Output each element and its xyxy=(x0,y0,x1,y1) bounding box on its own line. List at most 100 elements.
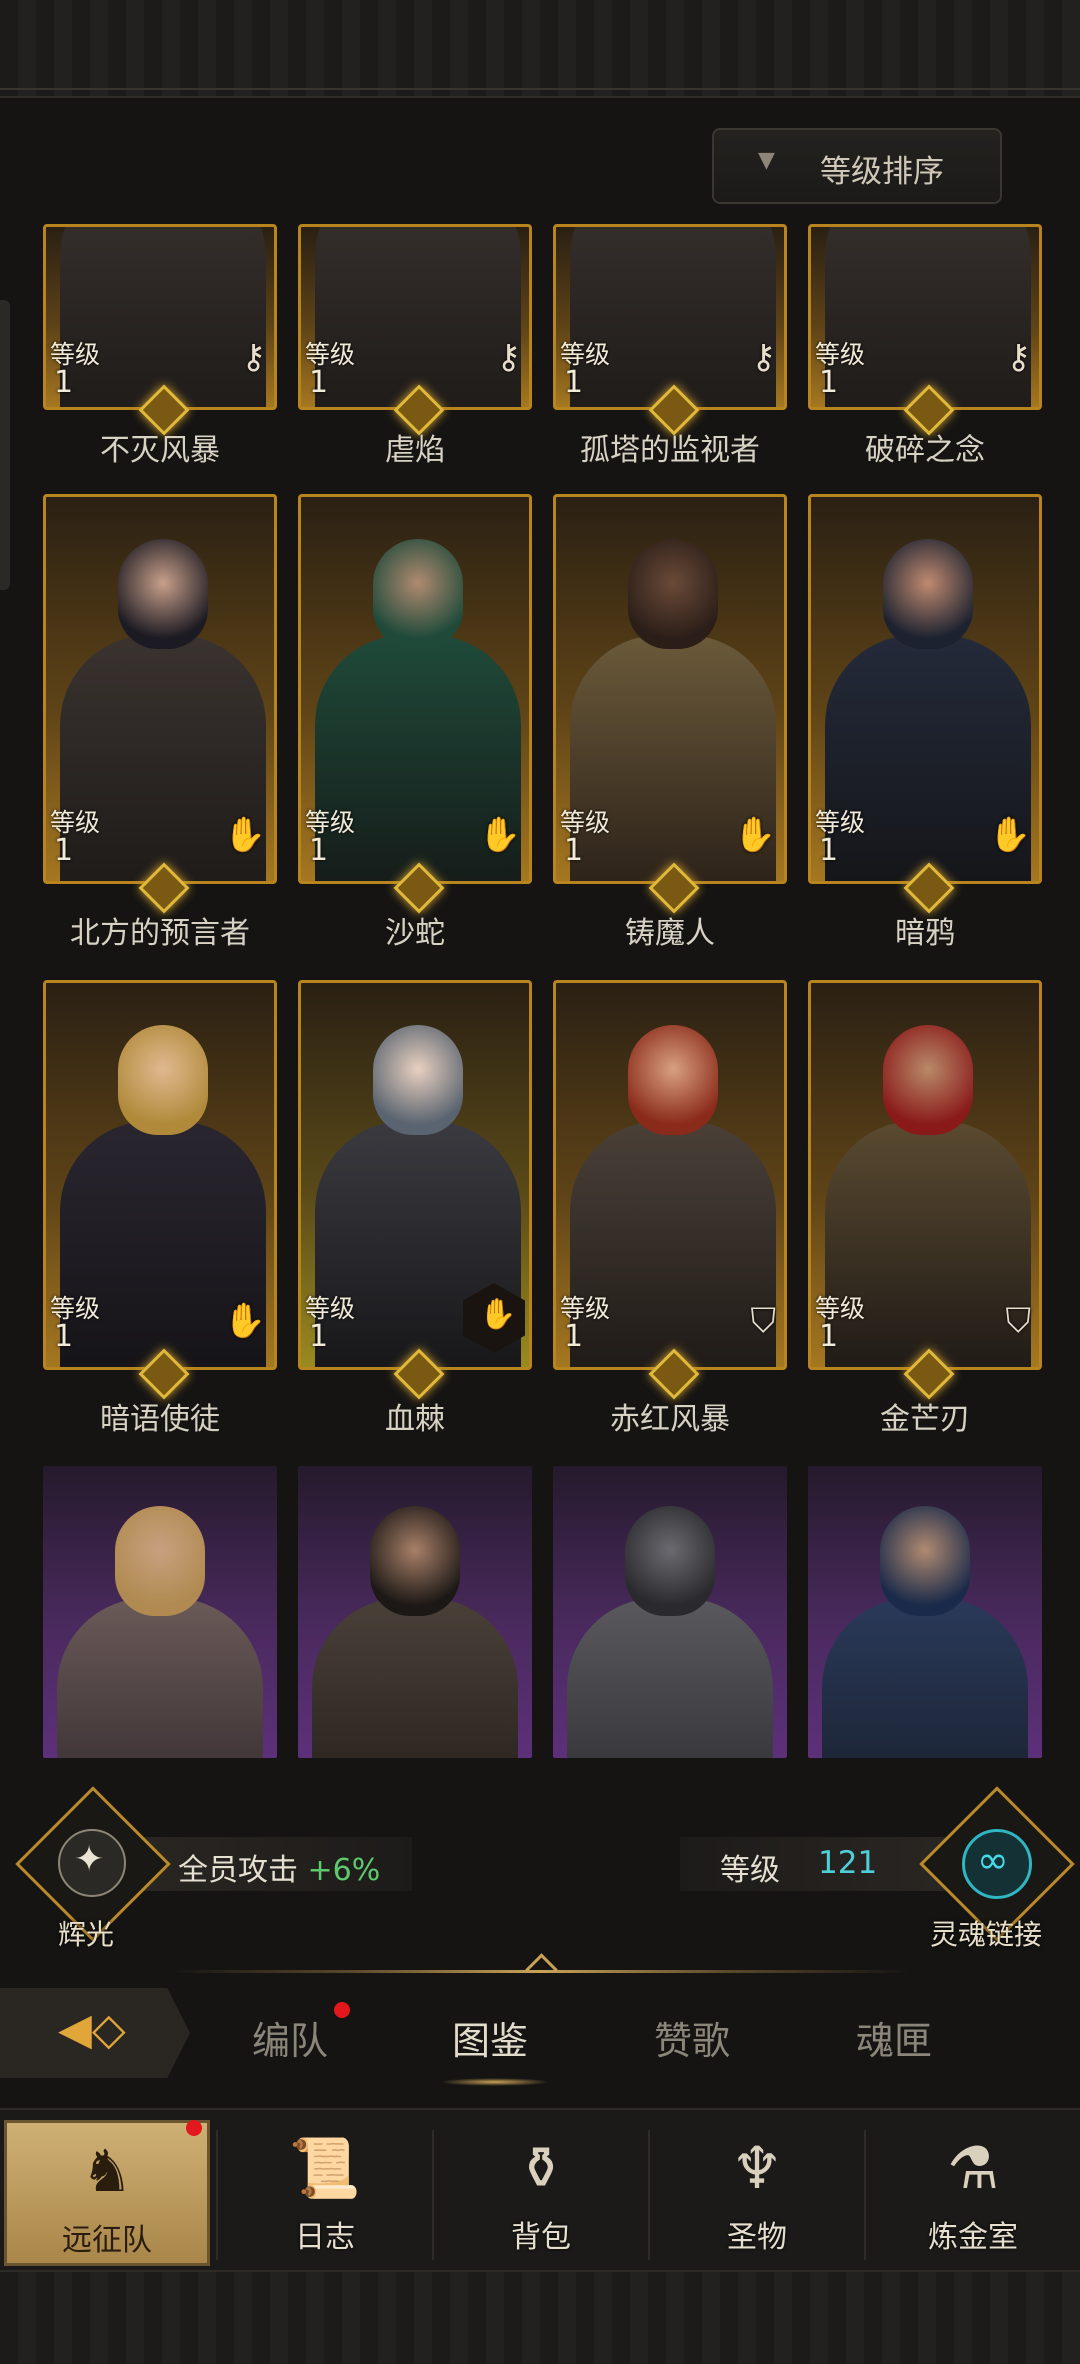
tab-codex[interactable]: 图鉴 xyxy=(452,2010,528,2065)
hero-card-dark-raven[interactable]: 等级 1 ✋ xyxy=(808,494,1042,884)
key-icon: ⚷ xyxy=(241,337,266,377)
level-value: 1 xyxy=(564,1319,584,1354)
soul-link-level-value: 121 xyxy=(818,1845,878,1881)
radiance-button[interactable]: ✦ 辉光 xyxy=(14,1786,171,1951)
nav-separator xyxy=(216,2130,218,2260)
nav-label: 日志 xyxy=(295,2220,355,2255)
back-arrow-icon: ◀◇ xyxy=(58,2004,126,2055)
bag-icon: ⚱ xyxy=(516,2134,566,2202)
hero-card-purple-1[interactable] xyxy=(43,1466,277,1758)
notification-dot xyxy=(334,2002,350,2018)
hand-icon: ✋ xyxy=(223,815,266,855)
key-icon: ⚷ xyxy=(1006,337,1031,377)
hero-name: 暗鸦 xyxy=(895,916,955,951)
divider-notch-icon xyxy=(525,1953,558,1986)
hand-icon: ✋ xyxy=(733,815,776,855)
hero-card-purple-3[interactable] xyxy=(553,1466,787,1758)
tab-hymns[interactable]: 赞歌 xyxy=(654,2010,730,2065)
hand-icon: ✋ xyxy=(478,815,521,855)
nav-label: 背包 xyxy=(511,2220,571,2255)
tab-formation[interactable]: 编队 xyxy=(252,2010,328,2065)
hand-icon: ✋ xyxy=(223,1301,266,1341)
soul-link-label: 灵魂链接 xyxy=(930,1918,1043,1951)
hero-card-2[interactable]: 等级 1 ⚷ xyxy=(298,224,532,410)
level-value: 1 xyxy=(54,365,74,400)
hero-name: 不灭风暴 xyxy=(100,433,220,468)
hero-name: 血棘 xyxy=(385,1402,445,1437)
top-frame xyxy=(0,0,1080,98)
alchemy-icon: ⚗ xyxy=(947,2134,999,2202)
nav-alchemy[interactable]: ⚗ 炼金室 xyxy=(870,2120,1076,2266)
nav-label: 炼金室 xyxy=(928,2220,1018,2255)
hero-card-4[interactable]: 等级 1 ⚷ xyxy=(808,224,1042,410)
hero-name: 破碎之念 xyxy=(865,433,985,468)
dropdown-triangle-icon: ▼ xyxy=(758,148,775,173)
nav-separator xyxy=(432,2130,434,2260)
helmet-icon: ♞ xyxy=(81,2137,133,2205)
active-tab-indicator xyxy=(440,2078,550,2086)
hero-card-1[interactable]: 等级 1 ⚷ xyxy=(43,224,277,410)
key-icon: ⚷ xyxy=(751,337,776,377)
level-value: 1 xyxy=(819,833,839,868)
hero-name: 铸魔人 xyxy=(625,916,715,951)
level-value: 1 xyxy=(819,365,839,400)
radiance-label: 辉光 xyxy=(58,1918,115,1951)
nav-relics[interactable]: ♆ 圣物 xyxy=(654,2120,860,2266)
hero-collection-grid: 等级 1 ⚷ 等级 1 ⚷ 等级 1 ⚷ 等级 1 ⚷ 不灭风暴 虐焰 孤塔的监… xyxy=(0,220,1080,1780)
hero-card-northern-seer[interactable]: 等级 1 ✋ xyxy=(43,494,277,884)
hero-card-purple-4[interactable] xyxy=(808,1466,1042,1758)
bottom-frame xyxy=(0,2270,1080,2364)
hero-name: 沙蛇 xyxy=(385,916,445,951)
sword-compass-icon: ✦ xyxy=(58,1829,126,1897)
nav-journal[interactable]: 📜 日志 xyxy=(222,2120,428,2266)
hero-card-golden-blade[interactable]: 等级 1 ⛉ xyxy=(808,980,1042,1370)
level-value: 1 xyxy=(309,365,329,400)
hero-portrait xyxy=(43,1466,277,1758)
nav-backpack[interactable]: ⚱ 背包 xyxy=(438,2120,644,2266)
nav-expedition[interactable]: ♞ 远征队 xyxy=(4,2120,210,2266)
shield-icon: ⛉ xyxy=(750,1301,777,1341)
nav-separator xyxy=(648,2130,650,2260)
level-value: 1 xyxy=(54,833,74,868)
chalice-icon: ♆ xyxy=(731,2134,783,2202)
soul-link-button[interactable]: ∞ 灵魂链接 xyxy=(918,1786,1075,1951)
notification-dot xyxy=(186,2120,202,2136)
sort-label: 等级排序 xyxy=(820,154,944,190)
hero-name: 孤塔的监视者 xyxy=(580,433,760,468)
level-value: 1 xyxy=(309,833,329,868)
bottom-navigation: ♞ 远征队 📜 日志 ⚱ 背包 ♆ 圣物 ⚗ 炼金室 xyxy=(0,2108,1080,2270)
level-value: 1 xyxy=(54,1319,74,1354)
hand-icon: ✋ xyxy=(988,815,1031,855)
soul-link-level-label: 等级 xyxy=(720,1853,780,1888)
sort-by-level-button[interactable]: ▼ 等级排序 xyxy=(712,128,1002,204)
attack-value: +6% xyxy=(307,1853,381,1888)
hero-portrait xyxy=(46,227,274,407)
hero-portrait xyxy=(298,1466,532,1758)
hero-name: 赤红风暴 xyxy=(610,1402,730,1437)
hero-name: 暗语使徒 xyxy=(100,1402,220,1437)
nav-separator xyxy=(864,2130,866,2260)
back-button[interactable]: ◀◇ xyxy=(0,1988,190,2078)
hero-portrait xyxy=(811,227,1039,407)
hero-card-sand-snake[interactable]: 等级 1 ✋ xyxy=(298,494,532,884)
level-value: 1 xyxy=(564,365,584,400)
hero-card-whisper-apostle[interactable]: 等级 1 ✋ xyxy=(43,980,277,1370)
hero-card-3[interactable]: 等级 1 ⚷ xyxy=(553,224,787,410)
nav-label: 圣物 xyxy=(727,2220,787,2255)
attack-label: 全员攻击 xyxy=(178,1853,298,1888)
scroll-icon: 📜 xyxy=(288,2134,362,2202)
level-value: 1 xyxy=(564,833,584,868)
hero-card-crimson-storm[interactable]: 等级 1 ⛉ xyxy=(553,980,787,1370)
shield-icon: ⛉ xyxy=(1005,1301,1032,1341)
hero-card-forgemaster[interactable]: 等级 1 ✋ xyxy=(553,494,787,884)
hero-card-blood-thorn[interactable]: 等级 1 ✋ xyxy=(298,980,532,1370)
collection-tabs: ◀◇ 编队 图鉴 赞歌 魂匣 xyxy=(0,1982,1080,2092)
hero-name: 金芒刃 xyxy=(880,1402,970,1437)
hero-portrait xyxy=(301,227,529,407)
tab-soul-box[interactable]: 魂匣 xyxy=(856,2010,932,2065)
hero-portrait xyxy=(556,227,784,407)
hero-name: 虐焰 xyxy=(385,433,445,468)
hero-portrait xyxy=(808,1466,1042,1758)
level-value: 1 xyxy=(309,1319,329,1354)
hero-card-purple-2[interactable] xyxy=(298,1466,532,1758)
